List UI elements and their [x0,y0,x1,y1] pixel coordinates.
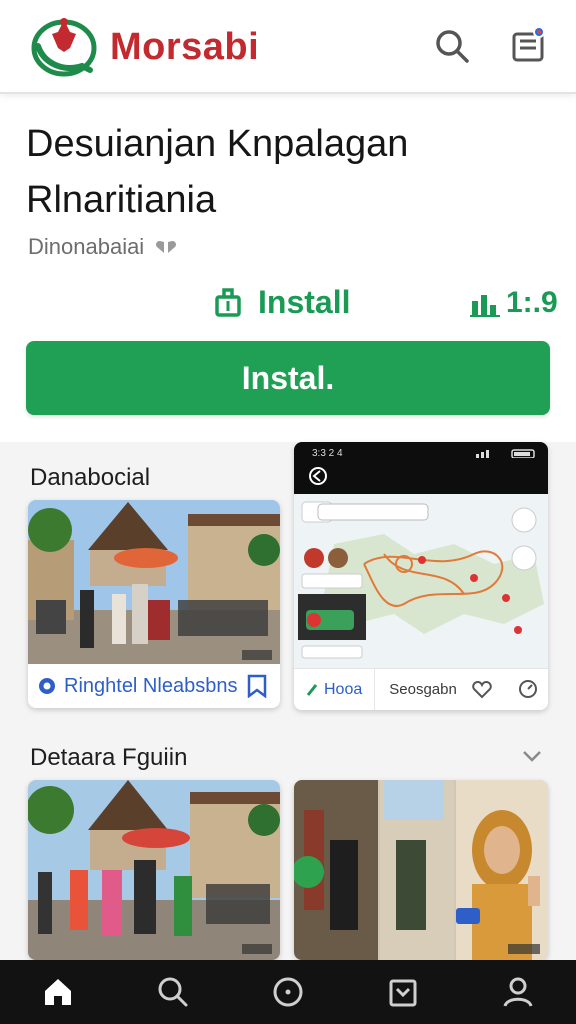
photo-card-3[interactable] [28,780,280,960]
calendar-icon [389,979,417,1007]
tab-search[interactable]: Seosgabn [375,681,457,698]
chart-icon [470,295,500,317]
clock-icon[interactable] [518,679,538,699]
download-icon [215,287,241,317]
top-app-bar: Morsabi [0,0,576,94]
install-link[interactable]: Install [212,284,350,321]
feed-section: Danabocial Ringhtel Nleabsbns 3:3 2 4 Ho… [0,442,576,960]
nav-home[interactable] [28,962,88,1022]
search-icon [158,977,188,1007]
card-4-photo [294,780,548,960]
phone-status-time: 3:3 2 4 [312,448,343,459]
chrome-icon [39,678,55,694]
card-1-footer: Ringhtel Nleabsbns [28,664,280,708]
section-title-1: Danabocial [30,464,151,491]
heart-icon [156,241,177,253]
nav-calendar[interactable] [373,962,433,1022]
brand-name: Morsabi [110,26,260,68]
heart-outline-icon[interactable] [472,681,492,699]
install-button[interactable]: Instal. [26,341,550,415]
photo-card-4[interactable] [294,780,548,960]
back-arrow-icon[interactable] [308,466,328,486]
nav-search[interactable] [143,962,203,1022]
map-screenshot [294,494,548,668]
phone-tab-bar: Hooa Seosgabn [294,668,548,710]
card-1-label: Ringhtel Nleabsbns [64,674,238,697]
notification-badge [533,26,545,38]
logo-emblem-icon[interactable] [30,12,100,78]
profile-icon [503,977,533,1007]
card-3-photo [28,780,280,960]
rating: 1:.9 [470,286,558,320]
card-1-photo [28,500,280,664]
search-icon[interactable] [430,24,474,68]
bookmark-icon[interactable] [246,674,268,698]
rating-value: 1:.9 [506,286,558,319]
tab-home-label: Hooa [324,680,363,698]
inbox-icon[interactable] [506,24,550,68]
home-icon [44,979,71,1005]
screenshot-card-2[interactable]: 3:3 2 4 Hooa Seosgabn [294,442,548,710]
section-title-2: Detaara Fguiin [30,744,188,771]
developer-row: Dinonabaiai [28,234,178,260]
tab-home[interactable]: Hooa [294,669,376,710]
app-screen: Morsabi Desuianjan Knpalagan Rlnaritiani… [0,0,576,1024]
app-title: Desuianjan Knpalagan Rlnaritiania [26,123,409,221]
circle-icon [273,977,303,1007]
home-tab-icon [306,683,318,696]
bottom-navigation [0,960,576,1024]
signal-icon [476,449,535,458]
nav-explore[interactable] [258,962,318,1022]
chevron-down-icon[interactable] [520,748,544,764]
install-button-label: Instal. [241,359,335,396]
tab-search-label: Seosgabn [389,681,457,698]
developer-name: Dinonabaiai [28,234,145,259]
photo-card-1[interactable]: Ringhtel Nleabsbns [28,500,280,708]
phone-status-bar: 3:3 2 4 [294,442,548,494]
install-link-label: Install [258,284,351,320]
nav-profile[interactable] [488,962,548,1022]
